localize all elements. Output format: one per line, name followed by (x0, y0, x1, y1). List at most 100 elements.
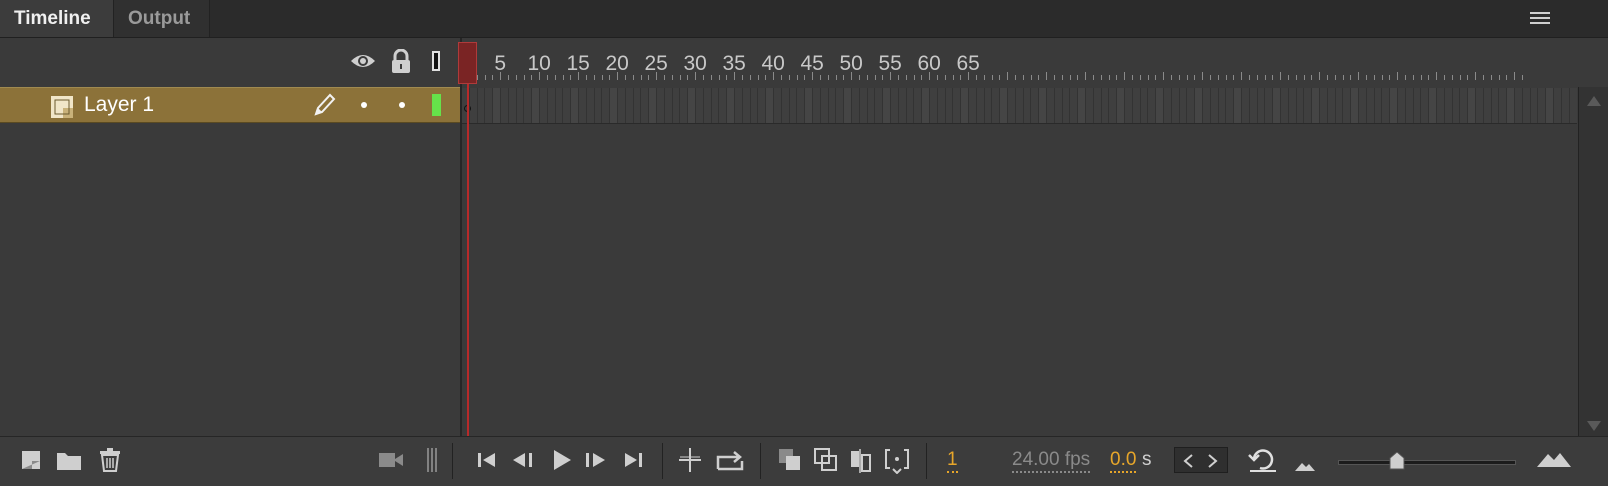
frame-cell[interactable] (1234, 88, 1242, 123)
new-layer-icon[interactable] (18, 448, 42, 476)
frame-cell[interactable] (1421, 88, 1430, 123)
panel-divider[interactable] (460, 38, 462, 436)
current-frame-field[interactable]: 1 (947, 449, 958, 473)
frame-cell[interactable] (478, 88, 486, 123)
frame-cell[interactable] (1226, 88, 1235, 123)
frame-cell[interactable] (891, 88, 899, 123)
center-frame-icon[interactable] (678, 447, 702, 477)
playhead[interactable] (458, 42, 477, 84)
tab-output[interactable]: Output (114, 0, 210, 37)
frame-cell[interactable] (1219, 88, 1227, 123)
frame-cell[interactable] (1507, 88, 1515, 123)
frame-cell[interactable] (1484, 88, 1492, 123)
frame-cell[interactable] (907, 88, 915, 123)
frame-cell[interactable] (938, 88, 946, 123)
delete-layer-icon[interactable] (98, 447, 122, 477)
frame-cell[interactable] (1265, 88, 1274, 123)
frame-cell[interactable] (1304, 88, 1313, 123)
frame-cell[interactable] (844, 88, 852, 123)
frame-cell[interactable] (821, 88, 829, 123)
frame-cell[interactable] (1468, 88, 1476, 123)
frame-cell[interactable] (868, 88, 876, 123)
frame-zoom-slider[interactable] (1338, 451, 1516, 470)
frame-cell[interactable] (579, 88, 587, 123)
frame-cell[interactable] (485, 88, 494, 123)
frame-cell[interactable] (1180, 88, 1188, 123)
frame-cell[interactable] (1070, 88, 1079, 123)
frame-cell[interactable] (509, 88, 517, 123)
frame-cell[interactable] (696, 88, 704, 123)
frame-cell[interactable] (540, 88, 548, 123)
frame-cell[interactable] (953, 88, 962, 123)
frame-cell[interactable] (946, 88, 954, 123)
lock-all-icon[interactable] (390, 48, 412, 78)
scroll-right-icon[interactable] (1208, 454, 1218, 473)
frame-scroll-stepper[interactable] (1174, 447, 1228, 473)
frame-cell[interactable] (587, 88, 595, 123)
frame-cell[interactable] (1016, 88, 1024, 123)
frame-rate-field[interactable]: 24.00 fps (1012, 449, 1091, 473)
frame-cell[interactable] (680, 88, 689, 123)
frame-cell[interactable] (1453, 88, 1461, 123)
frame-cell[interactable] (782, 88, 790, 123)
frame-cell[interactable] (532, 88, 540, 123)
frame-cell[interactable] (1039, 88, 1047, 123)
frame-cell[interactable] (1281, 88, 1289, 123)
frame-cell[interactable] (1460, 88, 1469, 123)
frame-cell[interactable] (899, 88, 907, 123)
layer-row[interactable]: Layer 1 (0, 87, 460, 123)
layer-outline-color-swatch[interactable] (432, 94, 441, 116)
layer-name[interactable]: Layer 1 (84, 93, 154, 117)
outline-all-icon[interactable] (432, 51, 440, 71)
frame-cell[interactable] (595, 88, 603, 123)
frame-cell[interactable] (1156, 88, 1164, 123)
frame-cell[interactable] (914, 88, 923, 123)
frame-cell[interactable] (1086, 88, 1094, 123)
frame-cell[interactable] (1367, 88, 1375, 123)
play-icon[interactable] (552, 449, 572, 475)
frame-cell[interactable] (1375, 88, 1383, 123)
frame-cell[interactable] (1141, 88, 1149, 123)
scroll-down-icon[interactable] (1587, 418, 1601, 436)
frame-cell[interactable] (556, 88, 564, 123)
panel-resize-handle-icon[interactable] (426, 448, 438, 476)
frame-cell[interactable] (852, 88, 860, 123)
frame-cell[interactable] (985, 88, 993, 123)
frame-cell[interactable] (766, 88, 774, 123)
frame-cell[interactable] (790, 88, 798, 123)
frame-cell[interactable] (922, 88, 930, 123)
frame-cell[interactable] (548, 88, 556, 123)
frame-cell[interactable] (1203, 88, 1211, 123)
frame-cell[interactable] (813, 88, 821, 123)
frame-cell[interactable] (571, 88, 579, 123)
frame-cell[interactable] (1437, 88, 1445, 123)
frame-cell[interactable] (1172, 88, 1180, 123)
frame-cell[interactable] (665, 88, 673, 123)
go-to-first-frame-icon[interactable] (477, 451, 497, 473)
frame-cell[interactable] (829, 88, 837, 123)
frame-cell[interactable] (1047, 88, 1055, 123)
show-hide-all-eye-icon[interactable] (350, 51, 376, 76)
layer-frames[interactable] (462, 88, 1577, 124)
frame-cell[interactable] (1554, 88, 1562, 123)
frame-zoom-slider-thumb[interactable] (1389, 451, 1405, 475)
frame-cell[interactable] (626, 88, 634, 123)
frame-cell[interactable] (883, 88, 891, 123)
frame-cell[interactable] (797, 88, 806, 123)
frame-cell[interactable] (1250, 88, 1258, 123)
frame-cell[interactable] (712, 88, 720, 123)
step-forward-icon[interactable] (584, 451, 608, 473)
frame-cell[interactable] (1382, 88, 1391, 123)
frame-cell[interactable] (977, 88, 985, 123)
tab-timeline[interactable]: Timeline (0, 0, 114, 37)
frame-cell[interactable] (1328, 88, 1336, 123)
frame-cell[interactable] (704, 88, 712, 123)
frame-cell[interactable] (1242, 88, 1250, 123)
frame-cell[interactable] (1312, 88, 1320, 123)
frame-cell[interactable] (805, 88, 813, 123)
reset-scale-icon[interactable] (1248, 446, 1278, 478)
elapsed-time-field[interactable]: 0.0 (1110, 449, 1137, 473)
vertical-scrollbar[interactable] (1578, 87, 1608, 436)
frame-cell[interactable] (735, 88, 743, 123)
frame-cell[interactable] (1031, 88, 1040, 123)
